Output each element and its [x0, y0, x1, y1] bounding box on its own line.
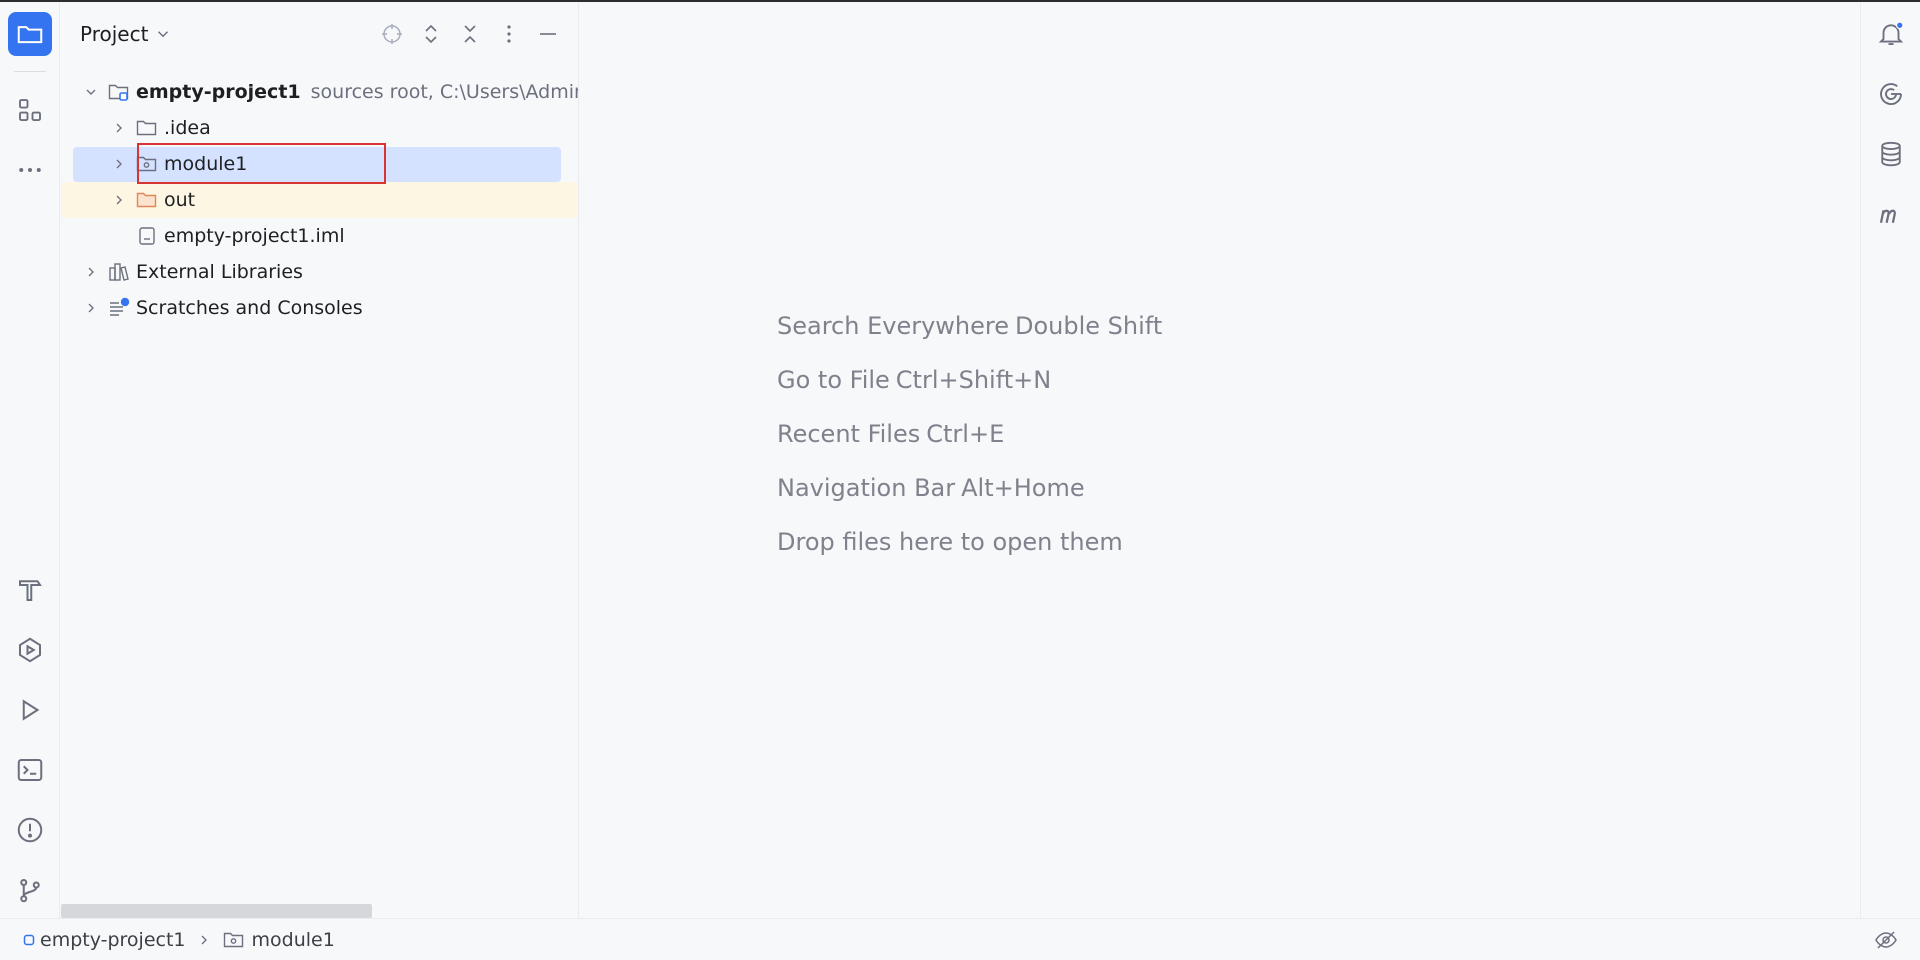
notifications-button[interactable]: [1869, 12, 1913, 56]
root-project-hint: sources root, C:\Users\Admini: [310, 81, 579, 103]
problems-icon: [17, 817, 43, 843]
build-tool-button[interactable]: [8, 568, 52, 612]
run-icon: [22, 699, 40, 721]
horizontal-scrollbar[interactable]: [61, 904, 372, 918]
hint-search-everywhere: Search Everywhere Double Shift: [777, 312, 1163, 340]
chevron-down-icon[interactable]: [83, 84, 99, 100]
database-button[interactable]: [1869, 132, 1913, 176]
breadcrumb-project[interactable]: empty-project1: [20, 929, 186, 951]
chevron-down-icon: [158, 31, 169, 38]
git-icon: [20, 879, 40, 903]
maven-icon: [1879, 209, 1896, 223]
structure-tool-button[interactable]: [8, 88, 52, 132]
tree-node-external-libraries[interactable]: External Libraries: [61, 254, 578, 290]
hint-go-to-file: Go to File Ctrl+Shift+N: [777, 366, 1052, 394]
module-folder-icon: [223, 932, 243, 947]
panel-title: Project: [80, 22, 149, 46]
crosshair-icon: [382, 24, 402, 44]
tree-node-root[interactable]: empty-project1 sources root, C:\Users\Ad…: [61, 74, 579, 110]
excluded-folder-icon: [136, 192, 157, 208]
terminal-icon: [17, 759, 43, 781]
strip-separator: [14, 71, 46, 72]
tree-item-label: External Libraries: [136, 261, 303, 283]
maven-button[interactable]: [1869, 192, 1913, 236]
eye-off-icon: [1875, 931, 1897, 949]
editor-empty-area: Search Everywhere Double Shift Go to Fil…: [580, 2, 1859, 918]
services-icon: [19, 637, 41, 663]
more-icon: [19, 168, 41, 172]
collapse-all-button[interactable]: [457, 21, 483, 47]
project-tool-window: Project empty-project1 sources root, C:\…: [61, 2, 579, 918]
hint-navigation-bar: Navigation Bar Alt+Home: [777, 474, 1085, 502]
tree-item-label: empty-project1.iml: [164, 225, 345, 247]
breadcrumb-label: module1: [251, 928, 335, 951]
library-icon: [109, 263, 129, 281]
options-button[interactable]: [496, 21, 522, 47]
git-tool-button[interactable]: [8, 868, 52, 912]
problems-tool-button[interactable]: [8, 808, 52, 852]
collapse-all-icon: [464, 25, 476, 43]
chevron-right-icon: [201, 935, 207, 944]
project-tree: empty-project1 sources root, C:\Users\Ad…: [61, 74, 579, 326]
status-bar: empty-project1 module1: [0, 918, 1920, 960]
chevron-right-icon[interactable]: [111, 156, 127, 172]
select-opened-file-button[interactable]: [379, 21, 405, 47]
chevron-right-icon[interactable]: [111, 192, 127, 208]
chevron-right-icon[interactable]: [111, 120, 127, 136]
more-tool-windows-button[interactable]: [8, 148, 52, 192]
module-folder-icon: [108, 84, 129, 101]
tree-node-out[interactable]: out: [61, 182, 578, 218]
left-tool-strip: [0, 2, 60, 918]
project-tool-button[interactable]: [8, 12, 52, 56]
iml-file-icon: [139, 227, 155, 245]
editor-hints: Search Everywhere Double Shift Go to Fil…: [777, 299, 1162, 569]
build-icon: [19, 580, 42, 601]
notifications-icon: [1878, 21, 1904, 45]
folder-icon: [136, 120, 157, 136]
breadcrumb-label: empty-project1: [40, 928, 186, 951]
highlight-annotation-box: [137, 143, 386, 184]
services-tool-button[interactable]: [8, 628, 52, 672]
terminal-tool-button[interactable]: [8, 748, 52, 792]
hint-drop-files: Drop files here to open them: [777, 528, 1123, 556]
tree-node-iml[interactable]: empty-project1.iml: [61, 218, 578, 254]
expand-all-icon: [425, 24, 437, 44]
structure-icon: [19, 99, 41, 121]
module-icon: [23, 934, 35, 945]
database-icon: [1881, 141, 1901, 167]
breadcrumb-module[interactable]: module1: [222, 928, 335, 952]
expand-all-button[interactable]: [418, 21, 444, 47]
tree-item-label: Scratches and Consoles: [136, 297, 363, 319]
ai-assistant-button[interactable]: [1869, 72, 1913, 116]
project-view-selector[interactable]: Project: [80, 22, 172, 46]
minimize-icon: [540, 33, 556, 35]
root-project-name: empty-project1: [136, 81, 301, 103]
hint-recent-files: Recent Files Ctrl+E: [777, 420, 1005, 448]
tree-node-idea[interactable]: .idea: [61, 110, 578, 146]
chevron-right-icon[interactable]: [83, 264, 99, 280]
panel-header: Project: [61, 2, 578, 64]
vertical-dots-icon: [507, 25, 511, 43]
right-tool-strip: [1860, 2, 1920, 918]
scratches-icon: [110, 297, 130, 316]
tree-node-scratches[interactable]: Scratches and Consoles: [61, 290, 578, 326]
project-folder-icon: [17, 26, 43, 44]
hide-panel-button[interactable]: [535, 21, 561, 47]
ai-assistant-icon: [1880, 83, 1902, 105]
chevron-right-icon[interactable]: [83, 300, 99, 316]
power-save-indicator[interactable]: [1874, 928, 1898, 952]
run-tool-button[interactable]: [8, 688, 52, 732]
tree-item-label: .idea: [164, 117, 211, 139]
tree-item-label: out: [164, 189, 196, 211]
